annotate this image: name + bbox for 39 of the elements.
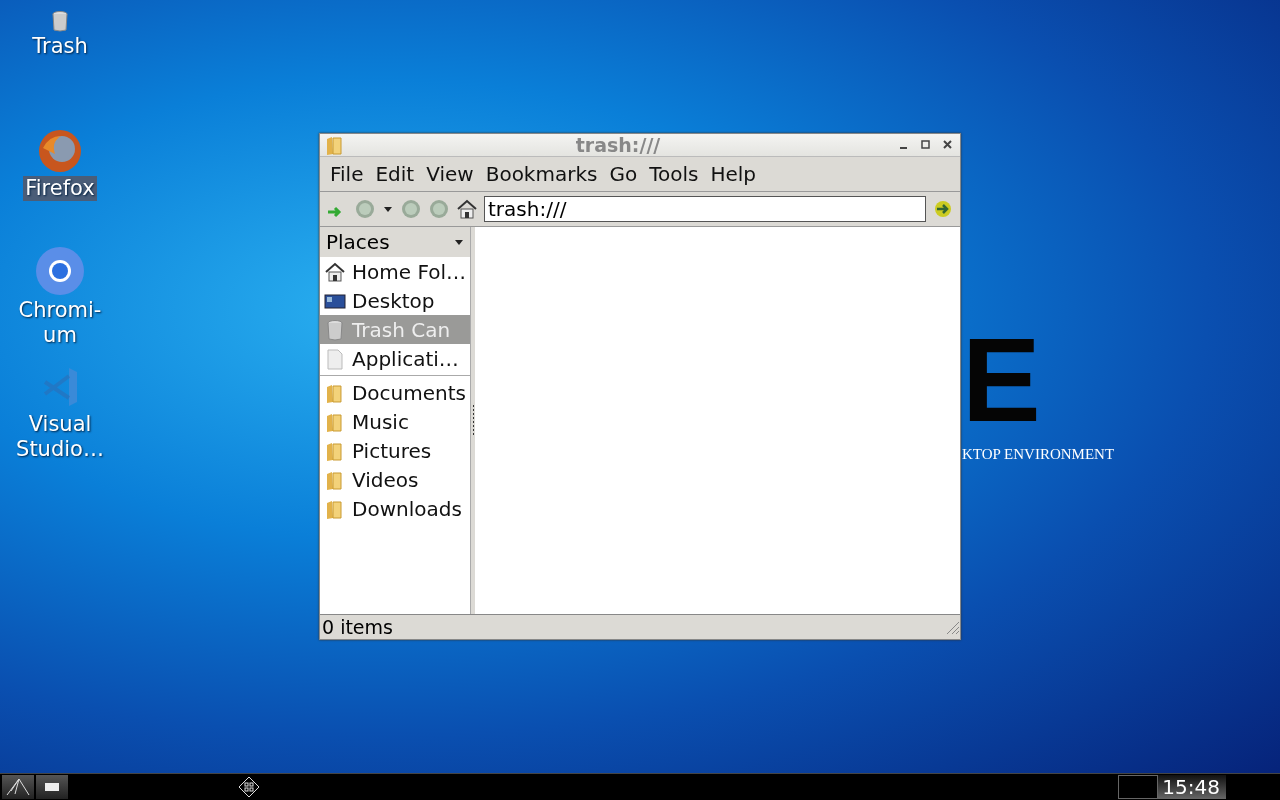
sidebar-item[interactable]: Music [320, 407, 470, 436]
desktop-icon-label[interactable]: Visual Studio… [14, 412, 106, 462]
home-icon[interactable] [456, 198, 478, 220]
menu-item[interactable]: File [324, 160, 370, 188]
sidebar-item[interactable]: Videos [320, 465, 470, 494]
sidebar-item[interactable]: Pictures [320, 436, 470, 465]
menu-item[interactable]: View [420, 160, 480, 188]
desktop-icon-label[interactable]: Chromi- um [16, 298, 104, 348]
sidebar-item[interactable]: Applicati… [320, 344, 470, 373]
menu-item[interactable]: Help [704, 160, 763, 188]
trash-can-icon [324, 318, 346, 341]
places-dropdown[interactable]: Places [320, 227, 470, 257]
wallpaper-logo: E [962, 330, 1041, 430]
start-menu-button[interactable] [2, 775, 34, 799]
address-field[interactable]: trash:/// [484, 196, 926, 222]
desktop-icon-label[interactable]: Firefox [23, 176, 97, 201]
menu-item[interactable]: Tools [643, 160, 705, 188]
status-text: 0 items [321, 616, 394, 638]
sidebar-item[interactable]: Home Fol… [320, 257, 470, 286]
sidebar-item[interactable]: Downloads [320, 494, 470, 523]
window-icon [44, 782, 60, 792]
lxde-icon [5, 777, 31, 797]
menu-item[interactable]: Go [603, 160, 644, 188]
trash-can-icon [49, 10, 71, 32]
desktop-icon-label[interactable]: Trash [30, 34, 90, 59]
chromium-icon[interactable] [35, 246, 85, 296]
document-icon [324, 347, 346, 370]
sidebar-item[interactable]: Documents [320, 378, 470, 407]
move-icon[interactable] [238, 776, 260, 798]
show-desktop-button[interactable] [36, 775, 68, 799]
menu-item[interactable]: Edit [369, 160, 421, 188]
wallpaper-tagline: KTOP ENVIRONMENT [962, 446, 1115, 463]
window-title: trash:/// [574, 134, 662, 156]
caret-icon [454, 237, 464, 247]
resize-grip-icon[interactable] [944, 619, 960, 635]
sidebar-item[interactable]: Desktop [320, 286, 470, 315]
menu-item[interactable]: Bookmarks [479, 160, 604, 188]
splitter-handle-icon[interactable] [471, 404, 475, 437]
home-icon [324, 261, 346, 282]
